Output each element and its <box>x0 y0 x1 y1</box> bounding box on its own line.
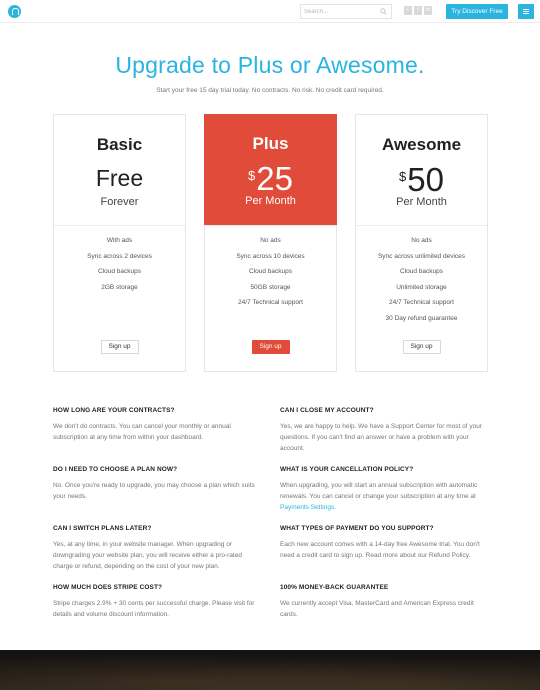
page-title: Upgrade to Plus or Awesome. <box>115 52 425 78</box>
feature-list: No ads Sync across 10 devices Cloud back… <box>205 237 336 315</box>
feature-item: With ads <box>106 237 133 244</box>
plan-name: Plus <box>252 134 289 153</box>
plan-name: Awesome <box>381 135 462 154</box>
search-box[interactable] <box>300 4 392 19</box>
plan-header: Awesome $50 Per Month <box>356 115 487 225</box>
faq-answer: No. Once you're ready to upgrade, you ma… <box>53 482 255 500</box>
faq-question: WHAT TYPES OF PAYMENT DO YOU SUPPORT? <box>280 525 434 532</box>
faq-answer: Yes, we are happy to help. We have a Sup… <box>280 423 482 452</box>
faq-question: 100% MONEY-BACK GUARANTEE <box>280 584 389 591</box>
faq-answer: Stripe charges 2.9% + 30 cents per succe… <box>53 600 255 618</box>
faq-answer: We don't do contracts. You can cancel yo… <box>53 423 231 441</box>
logo-icon[interactable] <box>8 5 21 18</box>
feature-item: Cloud backups <box>249 268 292 275</box>
try-discover-free-button[interactable]: Try Discover Free <box>446 4 508 19</box>
linkedin-icon[interactable]: in <box>424 6 432 15</box>
feature-item: 50GB storage <box>250 283 291 291</box>
plan-price: $25 <box>248 160 293 197</box>
feature-item: 30 Day refund guarantee <box>385 314 458 322</box>
faq-question: DO I NEED TO CHOOSE A PLAN NOW? <box>53 466 178 473</box>
divider <box>54 225 185 226</box>
divider <box>205 225 336 226</box>
plan-period: Forever <box>100 196 139 208</box>
feature-item: No ads <box>260 237 281 244</box>
payments-settings-link[interactable]: Payments Settings. <box>280 504 336 511</box>
search-input[interactable] <box>304 7 376 17</box>
plan-card-basic: Basic Free Forever With ads Sync across … <box>53 114 186 372</box>
plan-header: Plus $25 Per Month <box>204 114 337 225</box>
feature-list: With ads Sync across 2 devices Cloud bac… <box>54 237 185 299</box>
plan-price: Free <box>95 165 144 191</box>
faq-question: WHAT IS YOUR CANCELLATION POLICY? <box>280 466 414 473</box>
faq-question: CAN I SWITCH PLANS LATER? <box>53 525 152 532</box>
feature-item: Cloud backups <box>98 268 141 275</box>
feature-item: 24/7 Technical support <box>389 299 454 306</box>
facebook-icon[interactable]: f <box>414 6 422 15</box>
feature-item: Sync across unlimited devices <box>377 252 466 260</box>
plan-name: Basic <box>96 135 143 154</box>
faq-item: 100% MONEY-BACK GUARANTEE We currently a… <box>280 584 485 620</box>
page-subtitle: Start your free 15 day trial today. No c… <box>156 87 384 94</box>
faq-answer: When upgrading, you will start an annual… <box>280 482 478 511</box>
feature-item: Cloud backups <box>400 268 443 275</box>
feature-item: 2GB storage <box>101 283 138 291</box>
plan-header: Basic Free Forever <box>54 115 185 225</box>
plan-period: Per Month <box>245 195 296 207</box>
top-navbar: t f in Try Discover Free <box>0 0 540 23</box>
divider <box>356 225 487 226</box>
faq-item: HOW MUCH DOES STRIPE COST? Stripe charge… <box>53 584 258 620</box>
feature-list: No ads Sync across unlimited devices Clo… <box>356 237 487 330</box>
faq-item: HOW LONG ARE YOUR CONTRACTS? We don't do… <box>53 407 258 443</box>
faq-answer: Each new account comes with a 14-day fre… <box>280 541 480 559</box>
feature-item: Unlimited storage <box>396 283 447 291</box>
plan-price: $50 <box>399 161 444 198</box>
feature-item: Sync across 10 devices <box>236 252 305 260</box>
faq-item: CAN I CLOSE MY ACCOUNT? Yes, we are happ… <box>280 407 485 454</box>
faq-item: WHAT TYPES OF PAYMENT DO YOU SUPPORT? Ea… <box>280 525 485 561</box>
signup-button-awesome[interactable]: Sign up <box>402 340 441 354</box>
faq-answer: We currently accept Visa, MasterCard and… <box>280 600 474 618</box>
menu-icon[interactable] <box>518 4 534 19</box>
feature-item: 24/7 Technical support <box>238 299 303 306</box>
faq-item: DO I NEED TO CHOOSE A PLAN NOW? No. Once… <box>53 466 258 502</box>
feature-item: Sync across 2 devices <box>87 252 152 260</box>
twitter-icon[interactable]: t <box>404 6 412 15</box>
faq-question: HOW MUCH DOES STRIPE COST? <box>53 584 163 591</box>
faq-item: CAN I SWITCH PLANS LATER? Yes, at any ti… <box>53 525 258 572</box>
faq-question: HOW LONG ARE YOUR CONTRACTS? <box>53 407 175 414</box>
footer-background-image <box>0 650 540 690</box>
faq-answer: Yes, at any time, in your website manage… <box>53 541 242 570</box>
feature-item: No ads <box>411 237 432 244</box>
plan-period: Per Month <box>396 196 447 208</box>
signup-button-plus[interactable]: Sign up <box>251 340 290 354</box>
plan-card-plus: Plus $25 Per Month No ads Sync across 10… <box>204 114 337 372</box>
plan-card-awesome: Awesome $50 Per Month No ads Sync across… <box>355 114 488 372</box>
signup-button-basic[interactable]: Sign up <box>100 340 139 354</box>
search-icon[interactable] <box>380 8 387 15</box>
faq-item: WHAT IS YOUR CANCELLATION POLICY? When u… <box>280 466 485 513</box>
faq-question: CAN I CLOSE MY ACCOUNT? <box>280 407 374 414</box>
